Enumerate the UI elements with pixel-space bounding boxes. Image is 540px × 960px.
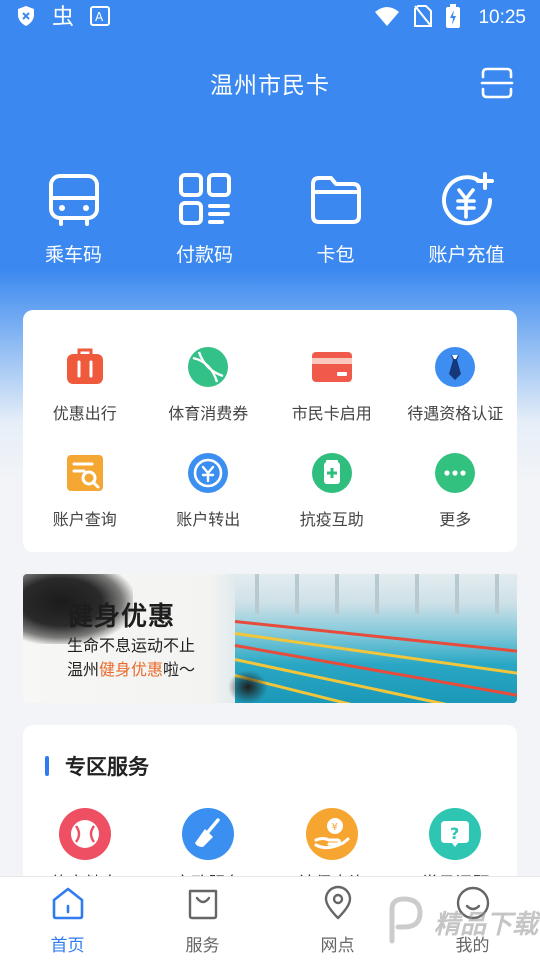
tie-icon (434, 346, 476, 388)
svg-text:?: ? (450, 824, 459, 843)
tab-label: 网点 (320, 936, 355, 956)
service-epidemic-aid[interactable]: 抗疫互助 (270, 452, 394, 530)
bag-icon (185, 885, 221, 925)
service-more[interactable]: 更多 (394, 452, 518, 530)
bus-icon (45, 170, 103, 232)
quick-action-top-up[interactable]: 账户充值 (401, 170, 532, 270)
service-discount-travel[interactable]: 优惠出行 (23, 346, 147, 424)
quick-action-pay-code[interactable]: 付款码 (139, 170, 270, 270)
svg-text:虫: 虫 (52, 5, 74, 28)
service-label: 账户查询 (52, 510, 117, 529)
watermark-text: 精品下载 (434, 909, 539, 940)
section-accent-bar (45, 756, 49, 776)
service-account-transfer[interactable]: 账户转出 (147, 452, 271, 530)
service-label: 市民卡启用 (291, 404, 372, 423)
wifi-icon (374, 6, 400, 30)
tab-label: 首页 (50, 936, 85, 956)
location-icon (320, 885, 356, 925)
quick-action-label: 乘车码 (44, 244, 102, 266)
folder-icon (307, 170, 365, 232)
status-bar: 虫 A 10:25 (0, 0, 540, 36)
banner-subtitle: 温州健身优惠啦～ (67, 660, 196, 679)
section-header: 专区服务 (45, 751, 149, 781)
page-title: 温州市民卡 (210, 73, 330, 99)
service-account-query[interactable]: 账户查询 (23, 452, 147, 530)
svg-text:A: A (95, 10, 104, 24)
question-icon: ? (428, 807, 482, 861)
home-icon (50, 885, 86, 925)
watermark-logo-icon (384, 895, 428, 949)
quick-actions: 乘车码 付款码 卡包 账户充值 (0, 170, 540, 270)
battery-charging-icon (446, 4, 461, 32)
service-label: 抗疫互助 (299, 510, 364, 529)
tennis-ball-icon (187, 346, 229, 388)
quick-action-label: 卡包 (316, 244, 355, 266)
clock: 10:25 (478, 7, 526, 28)
luggage-icon (64, 346, 106, 388)
medicine-icon (311, 452, 353, 494)
pool-image (234, 574, 517, 703)
banner-subtitle: 生命不息运动不止 (67, 636, 196, 655)
quick-action-label: 账户充值 (428, 244, 505, 266)
no-sim-icon (414, 5, 433, 31)
svg-text:¥: ¥ (331, 822, 337, 833)
bug-icon: 虫 (50, 4, 76, 32)
ink-splash (228, 670, 268, 703)
yuan-add-icon (438, 170, 496, 232)
services-card: 优惠出行 体育消费券 市民卡启用 待遇资格认证 账户查询 账户转出 抗疫互助 更… (23, 310, 517, 552)
service-label: 体育消费券 (168, 404, 249, 423)
scan-icon[interactable] (480, 66, 514, 100)
card-icon (311, 346, 353, 388)
shield-icon (16, 5, 36, 31)
baseball-icon (58, 807, 112, 861)
service-label: 账户转出 (176, 510, 241, 529)
quick-action-card-wallet[interactable]: 卡包 (270, 170, 401, 270)
broom-icon (181, 807, 235, 861)
tab-services[interactable]: 服务 (135, 877, 270, 960)
quick-action-label: 付款码 (175, 244, 233, 266)
font-a-icon: A (90, 6, 110, 30)
qr-code-icon (176, 170, 234, 232)
search-document-icon (64, 452, 106, 494)
promo-banner[interactable]: 健身优惠 生命不息运动不止 温州健身优惠啦～ (23, 574, 517, 703)
watermark: 精品下载 (384, 884, 540, 960)
quick-action-bus-code[interactable]: 乘车码 (8, 170, 139, 270)
service-eligibility-certify[interactable]: 待遇资格认证 (394, 346, 518, 424)
tab-label: 服务 (185, 936, 220, 956)
more-icon (434, 452, 476, 494)
service-label: 更多 (439, 510, 472, 529)
service-card-activate[interactable]: 市民卡启用 (270, 346, 394, 424)
yuan-transfer-icon (187, 452, 229, 494)
service-label: 待遇资格认证 (407, 404, 504, 423)
service-sports-voucher[interactable]: 体育消费券 (147, 346, 271, 424)
tab-home[interactable]: 首页 (0, 877, 135, 960)
hand-coin-icon: ¥ (305, 807, 359, 861)
section-title: 专区服务 (65, 755, 149, 779)
service-label: 优惠出行 (52, 404, 117, 423)
title-bar: 温州市民卡 (0, 60, 540, 106)
banner-title: 健身优惠 (67, 602, 176, 632)
